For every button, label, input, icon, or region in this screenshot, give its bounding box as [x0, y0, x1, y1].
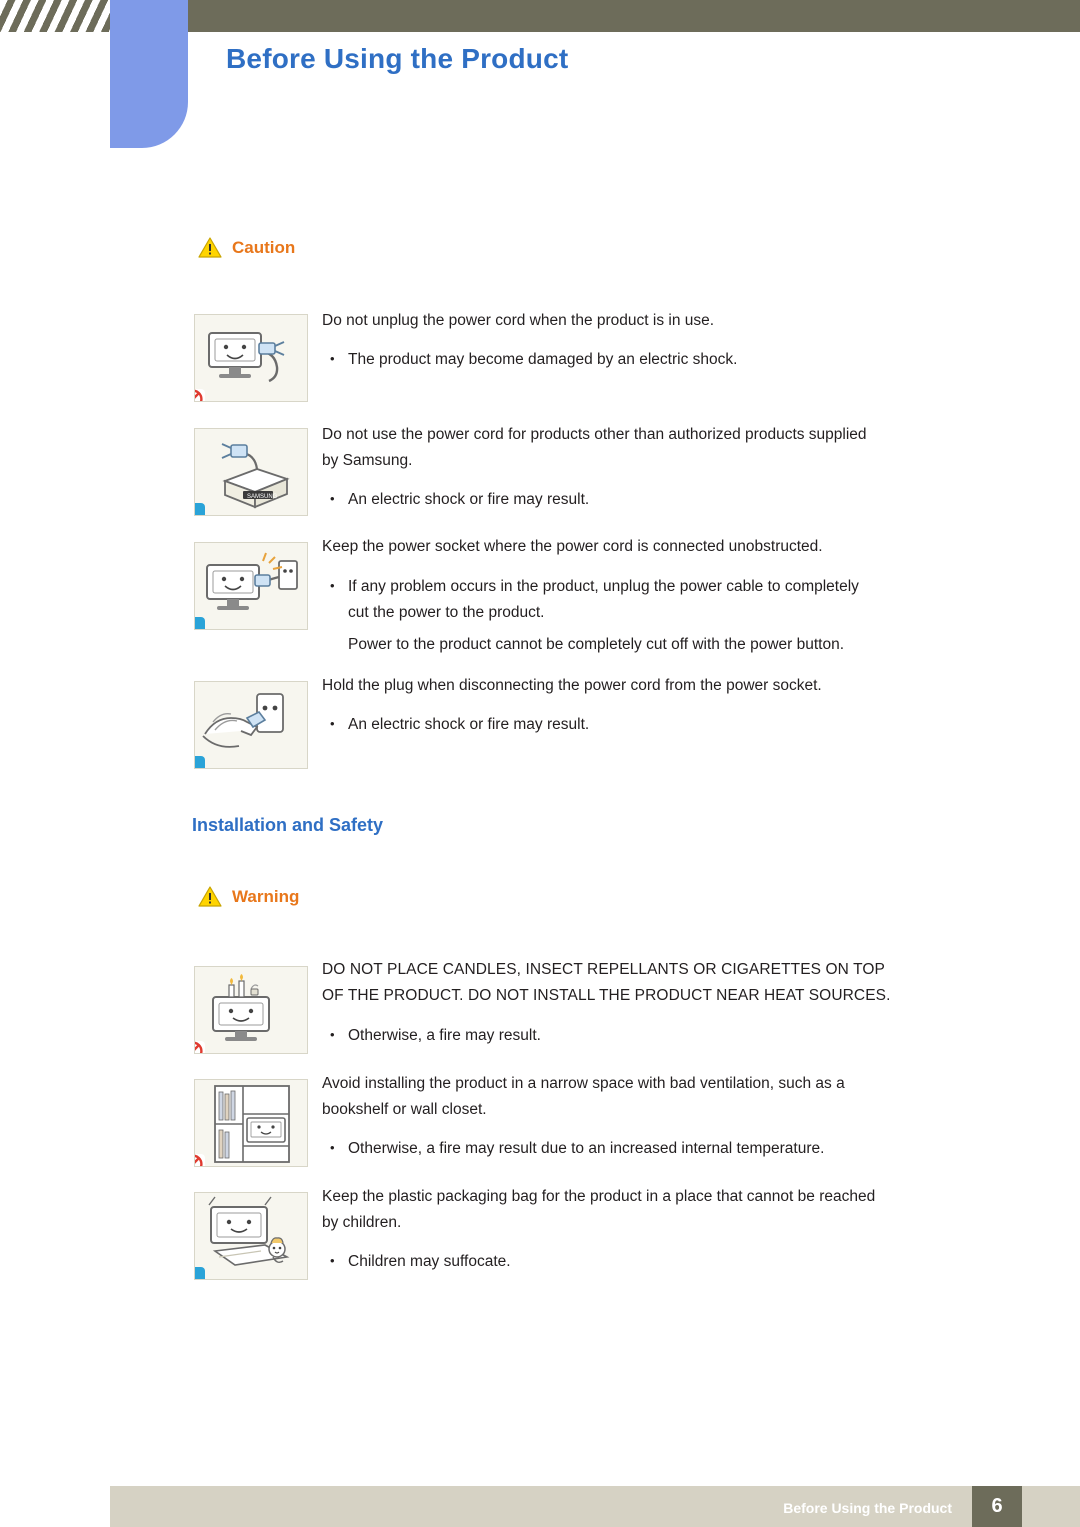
- bullet-text: The product may become damaged by an ele…: [322, 346, 982, 373]
- bullet-text: Otherwise, a fire may result due to an i…: [322, 1135, 1002, 1162]
- bullet-text: An electric shock or fire may result.: [322, 711, 982, 738]
- info-badge-icon: !: [195, 503, 205, 515]
- forbidden-badge-icon: [195, 389, 205, 401]
- warning-item-1-text: DO NOT PLACE CANDLES, INSECT REPELLANTS …: [322, 957, 1012, 1009]
- warning-item-1-line-2: OF THE PRODUCT. DO NOT INSTALL THE PRODU…: [322, 987, 891, 1004]
- warning-item-3-bullets: Children may suffocate.: [322, 1248, 982, 1275]
- caution-item-1-bullets: The product may become damaged by an ele…: [322, 346, 982, 373]
- warning-item-2-line-2: bookshelf or wall closet.: [322, 1101, 487, 1118]
- caution-heading: Caution: [198, 237, 295, 258]
- bullet-extra-text: Power to the product cannot be completel…: [348, 636, 845, 653]
- warning-item-3-line-1: Keep the plastic packaging bag for the p…: [322, 1188, 876, 1205]
- caution-item-3-bullets: If any problem occurs in the product, un…: [322, 573, 1002, 658]
- info-badge-icon: !: [195, 1267, 205, 1279]
- caution-item-1-text: Do not unplug the power cord when the pr…: [322, 312, 715, 329]
- figure-power-cord-box: SAMSUNG !: [194, 428, 308, 516]
- bullet-text: Children may suffocate.: [322, 1248, 982, 1275]
- figure-monitor-socket: !: [194, 542, 308, 630]
- warning-item-1-line-1: DO NOT PLACE CANDLES, INSECT REPELLANTS …: [322, 961, 885, 978]
- caution-item-2-line-2: by Samsung.: [322, 452, 413, 469]
- caution-item-4-text: Hold the plug when disconnecting the pow…: [322, 677, 822, 694]
- figure-hand-plug-socket: !: [194, 681, 308, 769]
- bullet-text: cut the power to the product.: [348, 604, 545, 621]
- footer-chapter-label: Before Using the Product: [783, 1500, 952, 1516]
- footer: Before Using the Product 6: [0, 1486, 1080, 1527]
- caution-item-2-line-1: Do not use the power cord for products o…: [322, 426, 867, 443]
- figure-bookshelf-monitor: [194, 1079, 308, 1167]
- figure-plastic-bag-child: !: [194, 1192, 308, 1280]
- warning-item-2-line-1: Avoid installing the product in a narrow…: [322, 1075, 845, 1092]
- caution-item-2-text: Do not use the power cord for products o…: [322, 422, 1002, 474]
- info-badge-icon: !: [195, 617, 205, 629]
- warning-label: Warning: [232, 886, 300, 906]
- caution-label: Caution: [232, 237, 296, 257]
- bullet-text: An electric shock or fire may result.: [322, 486, 982, 513]
- warning-item-3-line-2: by children.: [322, 1214, 402, 1231]
- warning-item-3-text: Keep the plastic packaging bag for the p…: [322, 1184, 1012, 1236]
- figure-monitor-unplug: [194, 314, 308, 402]
- info-badge-icon: !: [195, 756, 205, 768]
- forbidden-badge-icon: [195, 1154, 205, 1166]
- caution-item-2-bullets: An electric shock or fire may result.: [322, 486, 982, 513]
- warning-item-2-text: Avoid installing the product in a narrow…: [322, 1071, 1002, 1123]
- forbidden-badge-icon: [195, 1041, 205, 1053]
- caution-item-3-text: Keep the power socket where the power co…: [322, 538, 823, 555]
- footer-page-number: 6: [972, 1486, 1022, 1527]
- warning-triangle-icon: [198, 237, 222, 258]
- warning-triangle-icon: [198, 886, 222, 907]
- svg-text:SAMSUNG: SAMSUNG: [247, 494, 278, 500]
- page-content: Caution Do not unplug the power cord whe…: [0, 0, 1080, 1460]
- warning-item-2-bullets: Otherwise, a fire may result due to an i…: [322, 1135, 1002, 1162]
- figure-candles-on-monitor: [194, 966, 308, 1054]
- bullet-text: If any problem occurs in the product, un…: [322, 573, 1002, 600]
- warning-item-1-bullets: Otherwise, a fire may result.: [322, 1022, 982, 1049]
- bullet-text: Otherwise, a fire may result.: [322, 1022, 982, 1049]
- warning-heading: Warning: [198, 886, 299, 907]
- caution-item-4-bullets: An electric shock or fire may result.: [322, 711, 982, 738]
- section-title: Installation and Safety: [192, 815, 384, 835]
